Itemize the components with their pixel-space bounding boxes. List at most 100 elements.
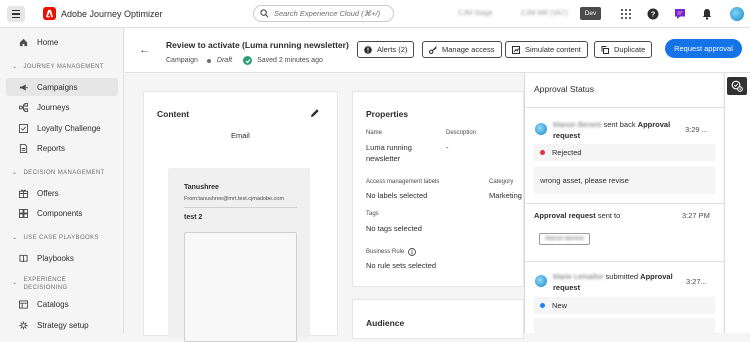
entry1-status-label: Rejected	[552, 148, 582, 157]
user-avatar[interactable]	[730, 7, 744, 21]
nav-section-journey-label: JOURNEY MANAGEMENT	[23, 64, 104, 70]
menu-icon[interactable]	[7, 6, 25, 22]
entry3-comment	[534, 318, 715, 334]
nav-catalogs[interactable]: Catalogs	[6, 295, 118, 313]
nav-catalogs-label: Catalogs	[37, 299, 69, 309]
alerts-button[interactable]: Alerts (2)	[357, 41, 415, 58]
approval-status-panel: Approval Status Manon Benest sent back A…	[524, 73, 724, 334]
name-value-line2: newsletter	[366, 154, 401, 163]
search-icon	[260, 9, 269, 18]
draft-status-dot	[206, 58, 211, 63]
nav-section-journey[interactable]: ⌄ JOURNEY MANAGEMENT	[12, 63, 104, 71]
page-header: ← Review to activate (Luma running newsl…	[125, 28, 750, 73]
simulate-label: Simulate content	[525, 45, 581, 54]
nav-components[interactable]: Components	[6, 204, 118, 222]
nav-section-experience-decisioning[interactable]: ⌄ EXPERIENCE DECISIONING	[12, 276, 68, 292]
nav-loyalty-challenge[interactable]: Loyalty Challenge	[6, 119, 118, 137]
back-arrow-icon[interactable]: ←	[139, 44, 150, 56]
entry3-user: Marie Lemaître	[553, 272, 604, 281]
properties-title: Properties	[366, 109, 409, 119]
approval-panel-toggle[interactable]	[727, 77, 747, 95]
nav-strategy-setup[interactable]: Strategy setup	[6, 316, 118, 334]
key-icon	[429, 45, 437, 54]
manage-access-label: Manage access	[442, 45, 495, 54]
search-input[interactable]: Search Experience Cloud (⌘+/)	[253, 5, 394, 22]
entry2-text: Approval request sent to	[534, 210, 620, 221]
components-icon	[19, 208, 28, 218]
entry3-object-line1: Approval	[640, 272, 673, 281]
nav-section-playbooks[interactable]: ⌄ USE CASE PLAYBOOKS	[12, 234, 99, 242]
offers-icon	[19, 189, 28, 198]
entry1-comment-text: wrong asset, please revise	[540, 175, 629, 185]
description-value: -	[446, 143, 449, 152]
nav-section-experience-label: EXPERIENCE DECISIONING	[23, 276, 67, 292]
email-sender-address: From:tanushree@mrt.test.cjmadobe.com	[184, 196, 285, 202]
entry3-text: Marie Lemaître submitted Approval reques…	[553, 271, 673, 293]
org-switcher[interactable]: CJM Stage	[458, 10, 493, 17]
entry1-user: Manon Benest	[553, 120, 602, 129]
simulate-content-button[interactable]: Simulate content	[505, 41, 588, 58]
nav-home[interactable]: Home	[6, 33, 118, 51]
saved-check-icon	[243, 56, 253, 65]
entry1-comment: wrong asset, please revise	[534, 166, 715, 194]
email-body-thumbnail	[184, 232, 297, 342]
approval-status-icon	[731, 80, 743, 92]
edit-pencil-icon[interactable]	[310, 108, 320, 118]
entry2-action: sent to	[597, 211, 621, 220]
entry1-object-line1: Approval	[637, 120, 671, 129]
chevron-down-icon: ⌄	[12, 280, 18, 286]
entry1-action: sent back	[603, 120, 636, 129]
duplicate-label: Duplicate	[614, 45, 646, 54]
nav-home-label: Home	[37, 37, 59, 47]
top-bar: Adobe Journey Optimizer Search Experienc…	[0, 0, 750, 28]
apps-grid-icon[interactable]	[620, 8, 632, 20]
entry3-object-line2: request	[553, 283, 581, 292]
campaign-status: Draft	[216, 57, 233, 64]
campaigns-icon	[19, 83, 28, 91]
simulate-icon	[512, 45, 520, 54]
entry3-status: New	[534, 297, 715, 314]
nav-reports[interactable]: Reports	[6, 139, 118, 157]
nav-journeys[interactable]: Journeys	[6, 98, 118, 116]
feedback-icon[interactable]	[674, 8, 686, 20]
approver-tag-name: Manon Benest	[545, 236, 584, 242]
nav-playbooks[interactable]: Playbooks	[6, 249, 118, 267]
entry3-status-label: New	[552, 301, 568, 310]
tags-value: No tags selected	[366, 224, 422, 233]
nav-campaigns-label: Campaigns	[37, 82, 78, 92]
name-value-line1: Luma running	[366, 143, 412, 152]
nav-campaigns[interactable]: Campaigns	[6, 78, 118, 96]
email-subject: test 2	[184, 214, 203, 221]
nav-offers[interactable]: Offers	[6, 184, 118, 202]
entry1-time: 3:29 ...	[685, 125, 708, 134]
help-icon[interactable]: ?	[647, 8, 659, 20]
chevron-down-icon: ⌄	[12, 170, 18, 176]
rejected-dot-icon	[540, 150, 545, 155]
duplicate-button[interactable]: Duplicate	[594, 41, 653, 58]
journeys-icon	[19, 102, 28, 112]
entry2-object: Approval request	[534, 211, 596, 220]
name-label: Name	[366, 130, 383, 136]
nav-section-decision[interactable]: ⌄ DECISION MANAGEMENT	[12, 169, 105, 177]
alerts-label: Alerts (2)	[377, 45, 408, 54]
new-dot-icon	[540, 303, 545, 308]
request-approval-button[interactable]: Request approval	[665, 39, 742, 58]
entry1-text: Manon Benest sent back Approval request	[553, 119, 670, 141]
env-badge: Dev	[580, 7, 601, 20]
nav-section-experience-line2: DECISIONING	[23, 285, 68, 291]
manage-access-button[interactable]: Manage access	[422, 41, 502, 58]
entry2-time: 3:27 PM	[682, 211, 710, 220]
right-rail	[724, 73, 750, 333]
chevron-down-icon: ⌄	[12, 235, 18, 241]
entry1-status: Rejected	[534, 144, 715, 161]
info-icon[interactable]	[408, 248, 416, 256]
notifications-bell-icon[interactable]	[701, 8, 713, 20]
svg-text:?: ?	[651, 10, 656, 19]
email-divider	[184, 207, 297, 208]
business-rule-label: Business Rule	[366, 249, 405, 255]
sandbox-switcher[interactable]: CJM MR (VA7)	[521, 10, 568, 17]
catalogs-icon	[19, 299, 28, 309]
reports-icon	[19, 143, 28, 153]
strategy-icon	[19, 320, 28, 330]
search-placeholder: Search Experience Cloud (⌘+/)	[274, 9, 381, 18]
